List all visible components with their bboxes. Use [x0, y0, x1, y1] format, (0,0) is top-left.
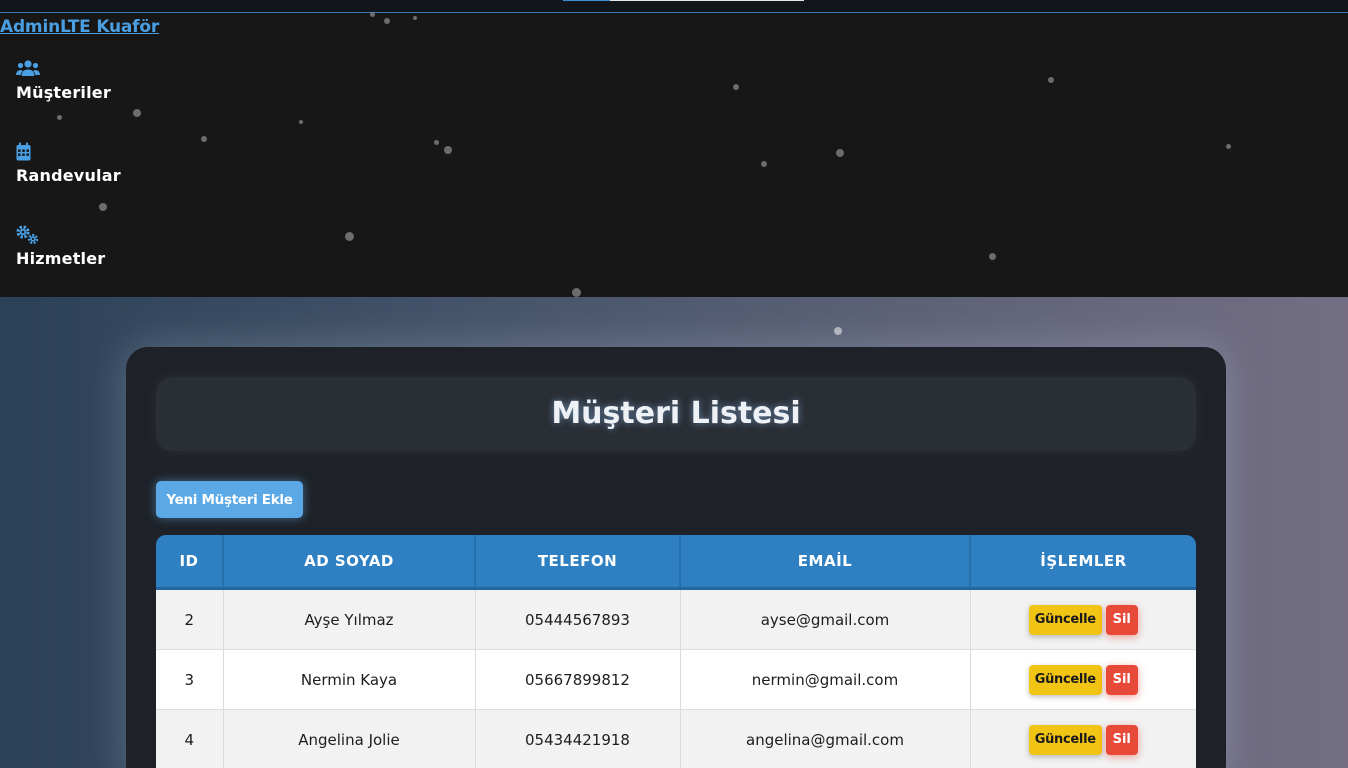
particle [345, 232, 354, 241]
particle [733, 84, 739, 90]
cell-name: Angelina Jolie [223, 709, 476, 768]
particle [1226, 144, 1231, 149]
particle [413, 16, 417, 20]
table-row: 2 Ayşe Yılmaz 05444567893 ayse@gmail.com… [156, 588, 1196, 650]
delete-button[interactable]: Sil [1105, 664, 1138, 695]
particle [99, 203, 107, 211]
column-header-phone: TELEFON [475, 535, 681, 590]
particle [370, 12, 375, 17]
cell-email: angelina@gmail.com [680, 709, 971, 768]
update-button[interactable]: Güncelle [1028, 724, 1102, 755]
cell-name: Nermin Kaya [223, 649, 476, 710]
cell-id: 2 [156, 588, 224, 650]
column-header-id: ID [156, 535, 224, 590]
particle [133, 109, 141, 117]
cell-actions: Güncelle Sil [970, 588, 1196, 650]
sidebar: AdminLTE Kuaför Müşteriler Randevular Hi… [0, 13, 1348, 297]
calendar-icon [16, 142, 31, 161]
particle [434, 140, 439, 145]
add-customer-button[interactable]: Yeni Müşteri Ekle [156, 481, 303, 518]
loading-bar-track [610, 0, 804, 1]
column-header-name: AD SOYAD [223, 535, 476, 590]
particle [384, 18, 390, 24]
cell-id: 4 [156, 709, 224, 768]
cell-phone: 05434421918 [475, 709, 681, 768]
cell-id: 3 [156, 649, 224, 710]
table-row: 4 Angelina Jolie 05434421918 angelina@gm… [156, 709, 1196, 768]
cell-actions: Güncelle Sil [970, 649, 1196, 710]
particle [57, 115, 62, 120]
sidebar-item-hizmetler[interactable]: Hizmetler [16, 225, 105, 268]
update-button[interactable]: Güncelle [1028, 664, 1102, 695]
cell-name: Ayşe Yılmaz [223, 588, 476, 650]
particle [299, 120, 303, 124]
loading-bar-segment [563, 0, 610, 1]
column-header-actions: İŞLEMLER [970, 535, 1196, 590]
cell-actions: Güncelle Sil [970, 709, 1196, 768]
sidebar-item-label: Hizmetler [16, 249, 106, 268]
particle [836, 149, 844, 157]
particle [444, 146, 452, 154]
page-title-box: Müşteri Listesi [156, 377, 1196, 451]
delete-button[interactable]: Sil [1105, 724, 1138, 755]
particle [572, 288, 581, 297]
particle [989, 253, 996, 260]
update-button[interactable]: Güncelle [1028, 604, 1102, 635]
sidebar-item-randevular[interactable]: Randevular [16, 142, 121, 185]
customer-list-card: Müşteri Listesi Yeni Müşteri Ekle ID AD … [126, 347, 1226, 768]
cogs-icon [16, 225, 39, 245]
delete-button[interactable]: Sil [1105, 604, 1138, 635]
top-progress-strip [0, 0, 1348, 13]
particle [834, 327, 842, 335]
column-header-email: EMAİL [680, 535, 971, 590]
customer-table: ID AD SOYAD TELEFON EMAİL İŞLEMLER 2 Ayş… [156, 535, 1196, 768]
table-header-row: ID AD SOYAD TELEFON EMAİL İŞLEMLER [156, 535, 1196, 590]
sidebar-item-label: Müşteriler [16, 83, 111, 102]
sidebar-item-label: Randevular [16, 166, 121, 185]
cell-email: nermin@gmail.com [680, 649, 971, 710]
cell-phone: 05444567893 [475, 588, 681, 650]
sidebar-item-musteriler[interactable]: Müşteriler [16, 59, 111, 102]
cell-email: ayse@gmail.com [680, 588, 971, 650]
table-row: 3 Nermin Kaya 05667899812 nermin@gmail.c… [156, 649, 1196, 710]
cell-phone: 05667899812 [475, 649, 681, 710]
particle [761, 161, 767, 167]
particle [1048, 77, 1054, 83]
page-title: Müşteri Listesi [551, 396, 801, 431]
brand-link[interactable]: AdminLTE Kuaför [0, 17, 159, 37]
particle [201, 136, 207, 142]
users-icon [16, 60, 40, 76]
